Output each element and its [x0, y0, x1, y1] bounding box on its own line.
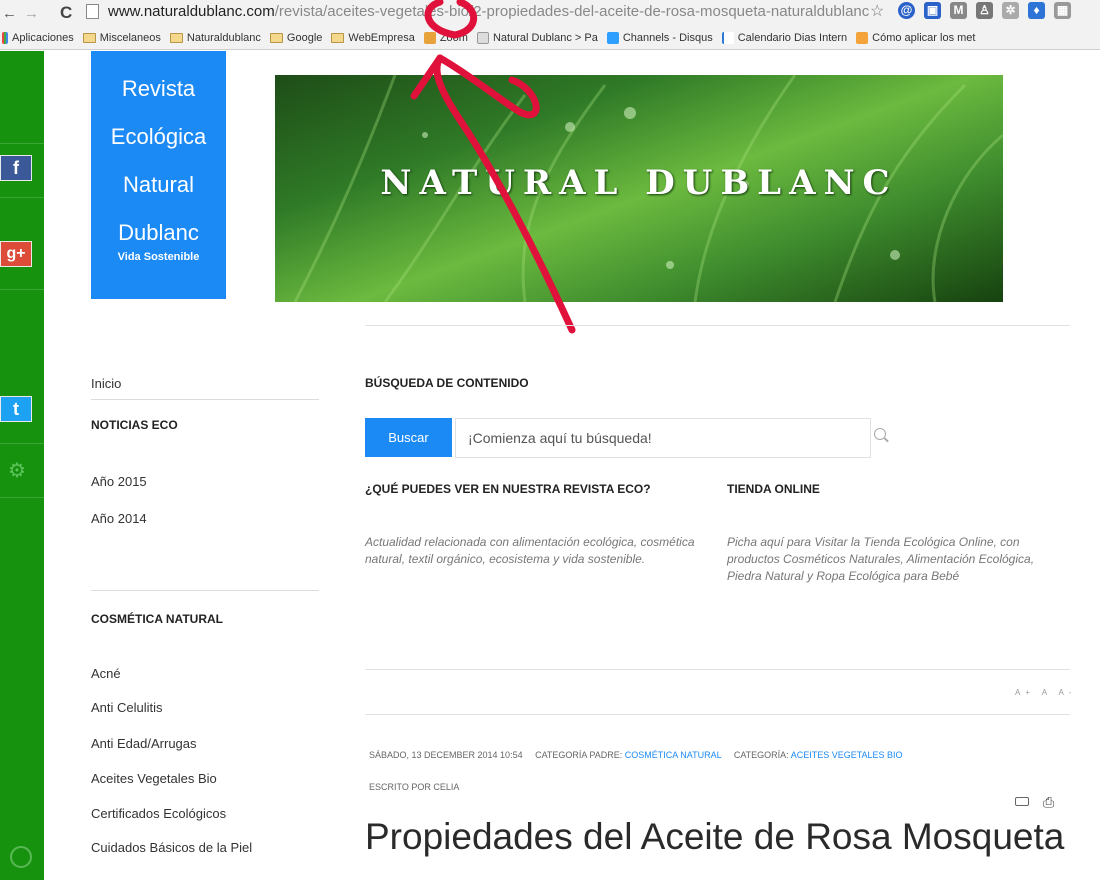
- tienda-online-text[interactable]: Picha aquí para Visitar la Tienda Ecológ…: [727, 534, 1063, 585]
- menu-heading-cosmetica[interactable]: COSMÉTICA NATURAL: [91, 612, 223, 626]
- circle-icon[interactable]: [10, 846, 32, 868]
- email-icon[interactable]: [1015, 797, 1029, 806]
- category-label: CATEGORÍA:: [733, 750, 789, 760]
- menu-item-certificados[interactable]: Certificados Ecológicos: [91, 806, 226, 821]
- annotation-arrow: [410, 0, 576, 334]
- divider: [0, 497, 44, 498]
- divider: [0, 443, 44, 444]
- search-input[interactable]: [455, 418, 871, 458]
- print-icon[interactable]: ⎙: [1043, 794, 1054, 811]
- menu-item-2014[interactable]: Año 2014: [91, 511, 147, 526]
- menu-heading-noticias[interactable]: NOTICIAS ECO: [91, 418, 178, 432]
- menu-item-2015[interactable]: Año 2015: [91, 474, 147, 489]
- menu-item-acne[interactable]: Acné: [91, 666, 121, 681]
- tienda-online-title: TIENDA ONLINE: [727, 482, 820, 496]
- font-size-tools[interactable]: A+ A A-: [1015, 688, 1076, 697]
- que-puedes-title: ¿QUÉ PUEDES VER EN NUESTRA REVISTA ECO?: [365, 482, 651, 496]
- divider: [91, 399, 319, 400]
- parent-category-link[interactable]: COSMÉTICA NATURAL: [625, 750, 722, 760]
- category-link[interactable]: ACEITES VEGETALES BIO: [791, 750, 903, 760]
- search-button[interactable]: Buscar: [365, 418, 452, 457]
- menu-item-inicio[interactable]: Inicio: [91, 376, 121, 391]
- article-date: SÁBADO, 13 DECEMBER 2014 10:54: [369, 750, 523, 760]
- divider: [91, 590, 319, 591]
- parent-category-label: CATEGORÍA PADRE:: [535, 750, 623, 760]
- divider: [365, 669, 1070, 670]
- gear-icon[interactable]: ⚙: [8, 458, 26, 483]
- menu-item-aceites[interactable]: Aceites Vegetales Bio: [91, 771, 217, 786]
- divider: [365, 714, 1070, 715]
- article-author: ESCRITO POR CELIA: [369, 782, 460, 792]
- menu-item-cuidados[interactable]: Cuidados Básicos de la Piel: [91, 840, 252, 855]
- que-puedes-text: Actualidad relacionada con alimentación …: [365, 535, 695, 566]
- article-title: Propiedades del Aceite de Rosa Mosqueta: [365, 816, 1065, 857]
- search-icon[interactable]: [874, 428, 886, 440]
- search-title: BÚSQUEDA DE CONTENIDO: [365, 376, 529, 390]
- menu-item-anti-edad[interactable]: Anti Edad/Arrugas: [91, 736, 197, 751]
- article-meta: SÁBADO, 13 DECEMBER 2014 10:54 CATEGORÍA…: [369, 750, 903, 760]
- menu-item-anti-celulitis[interactable]: Anti Celulitis: [91, 700, 163, 715]
- divider: [365, 325, 1070, 326]
- twitter-icon[interactable]: t: [0, 396, 32, 422]
